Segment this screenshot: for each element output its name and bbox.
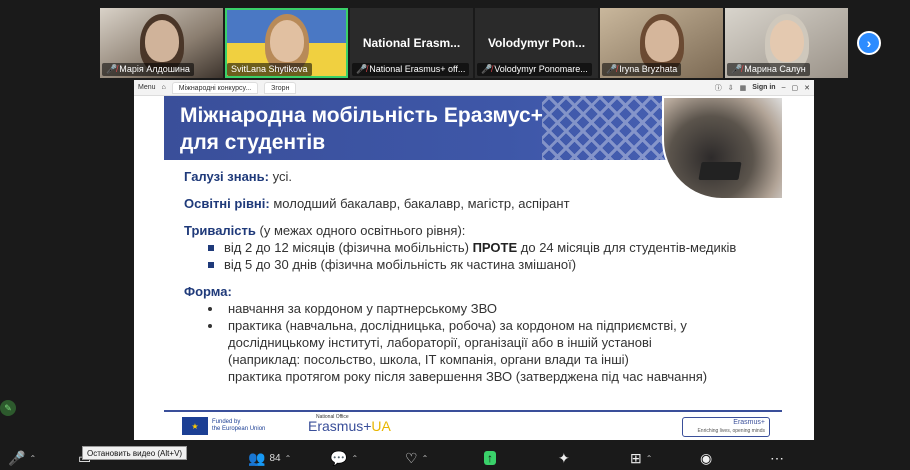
participants-button[interactable]: 👥 84 ⌃ — [248, 448, 291, 468]
chevron-right-icon: › — [866, 35, 872, 51]
form-item: навчання за кордоном у партнерському ЗВО — [184, 300, 782, 317]
eu-flag-icon: ★ — [182, 417, 208, 435]
participant-name-label: 🎤̸ National Erasmus+ off... — [352, 63, 470, 76]
participant-face — [644, 20, 679, 62]
chevron-up-icon[interactable]: ⌃ — [285, 454, 292, 463]
form-item-continuation: дослідницькому інституті, лабораторії, о… — [228, 335, 652, 350]
duration-heading: Тривалість (у межах одного освітнього рі… — [184, 223, 466, 238]
participant-tile[interactable]: Volodymyr Pon... 🎤̸ Volodymyr Ponomare... — [475, 8, 598, 78]
ai-companion-button[interactable]: ✦ — [558, 448, 570, 468]
next-participants-button[interactable]: › — [857, 31, 881, 55]
video-tooltip: Остановить видео (Alt+V) — [82, 446, 188, 460]
annotate-pencil-icon[interactable]: ✎ — [0, 400, 16, 416]
participants-count: 84 — [269, 452, 281, 464]
participants-icon: 👥 — [248, 449, 266, 466]
erasmus-plus-logo: Erasmus+ Enriching lives, opening minds — [682, 417, 770, 437]
slide-title: Міжнародна мобільність Еразмус+ для студ… — [180, 104, 543, 154]
form-heading: Форма: — [184, 284, 232, 299]
erasmus-ua-logo: National Office Erasmus+UA — [308, 414, 391, 434]
participant-name-label: 🎤̸ Volodymyr Ponomare... — [477, 63, 592, 76]
heart-icon: ♡ — [405, 449, 418, 466]
browser-menu[interactable]: Menu — [138, 84, 156, 91]
apps-button[interactable]: ⊞ ⌃ — [630, 448, 652, 468]
grid-icon[interactable]: ▦ — [740, 84, 747, 92]
participant-strip: 🎤̸ Марія Алдошина SvitLana Shytikova Nati… — [100, 8, 848, 78]
participant-tile[interactable]: 🎤̸ Iryna Bryzhata — [600, 8, 723, 78]
participant-name-label: 🎤̸ Марія Алдошина — [102, 63, 194, 76]
bullet-dot-icon — [208, 324, 212, 328]
mic-muted-icon: 🎤 — [8, 449, 26, 466]
bullet-dot-icon — [208, 307, 212, 311]
participant-name-label: 🎤̸ Марина Салун — [727, 63, 810, 76]
chat-icon: 💬 — [330, 449, 348, 466]
participant-tile[interactable]: 🎤̸ Марина Салун — [725, 8, 848, 78]
sparkle-icon: ✦ — [558, 449, 570, 466]
fields-line: Галузі знань: усі. — [184, 169, 292, 184]
participant-big-name: Volodymyr Pon... — [487, 36, 586, 50]
chat-button[interactable]: 💬 ⌃ — [330, 448, 358, 468]
participant-name-label: 🎤̸ Iryna Bryzhata — [602, 63, 682, 76]
browser-toolbar: Menu ⌂ Міжнародні конкурсу... Згорн ⓘ ⇩ … — [134, 80, 814, 96]
form-item-continuation: практика протягом року після завершення … — [228, 369, 708, 384]
shared-screen: Menu ⌂ Міжнародні конкурсу... Згорн ⓘ ⇩ … — [134, 80, 814, 440]
eu-funding-text: Funded by the European Union — [212, 419, 266, 432]
more-icon: ⋯ — [770, 449, 784, 466]
mute-button[interactable]: 🎤 ⌃ — [8, 448, 36, 468]
chevron-up-icon[interactable]: ⌃ — [422, 454, 429, 463]
participant-big-name: National Erasm... — [362, 36, 461, 50]
maximize-icon[interactable]: ▢ — [792, 84, 799, 92]
share-screen-button[interactable]: ↑ — [484, 448, 496, 468]
participant-face — [769, 20, 804, 62]
download-icon[interactable]: ⇩ — [728, 84, 734, 92]
duration-item: від 2 до 12 місяців (фізична мобільність… — [184, 239, 782, 256]
presentation-slide: Міжнародна мобільність Еразмус+ для студ… — [164, 96, 782, 440]
slide-body: Галузі знань: усі. Освітні рівні: молодш… — [184, 168, 782, 385]
mic-muted-icon: 🎤̸ — [481, 64, 493, 74]
participant-tile-active-speaker[interactable]: SvitLana Shytikova — [225, 8, 348, 78]
mic-muted-icon: 🎤̸ — [606, 64, 618, 74]
levels-line: Освітні рівні: молодший бакалавр, бакала… — [184, 196, 570, 211]
form-item-continuation: (наприклад: посольство, школа, IT компан… — [228, 352, 629, 367]
chevron-up-icon[interactable]: ⌃ — [29, 454, 36, 463]
more-button[interactable]: ⋯ — [770, 448, 784, 468]
reactions-button[interactable]: ♡ ⌃ — [405, 448, 428, 468]
record-button[interactable]: ◉ — [700, 448, 712, 468]
minimize-icon[interactable]: – — [782, 84, 786, 91]
form-item: практика (навчальна, дослідницька, робоч… — [184, 317, 782, 334]
participant-face — [144, 20, 179, 62]
share-screen-icon: ↑ — [484, 451, 496, 465]
slide-footer: ★ Funded by the European Union National O… — [164, 410, 782, 440]
participant-tile[interactable]: National Erasm... 🎤̸ National Erasmus+ of… — [350, 8, 473, 78]
close-icon[interactable]: ✕ — [804, 84, 810, 92]
bullet-square-icon — [208, 262, 214, 268]
participant-name-label: SvitLana Shytikova — [227, 63, 312, 76]
browser-tab[interactable]: Міжнародні конкурсу... — [171, 81, 259, 94]
bullet-square-icon — [208, 245, 214, 251]
duration-item: від 5 до 30 днів (фізична мобільність як… — [184, 256, 782, 273]
record-icon: ◉ — [700, 449, 713, 466]
mic-muted-icon: 🎤̸ — [106, 64, 118, 74]
mic-muted-icon: 🎤̸ — [356, 64, 368, 74]
participant-tile[interactable]: 🎤̸ Марія Алдошина — [100, 8, 223, 78]
home-icon[interactable]: ⌂ — [162, 84, 166, 91]
chevron-up-icon[interactable]: ⌃ — [351, 454, 358, 463]
apps-icon: ⊞ — [630, 449, 642, 466]
info-icon[interactable]: ⓘ — [715, 83, 722, 93]
sign-in-button[interactable]: Sign in — [752, 84, 775, 91]
browser-tab-second[interactable]: Згорн — [264, 81, 297, 94]
participant-face — [269, 20, 304, 62]
mic-muted-icon: 🎤̸ — [731, 64, 743, 74]
chevron-up-icon[interactable]: ⌃ — [646, 454, 653, 463]
